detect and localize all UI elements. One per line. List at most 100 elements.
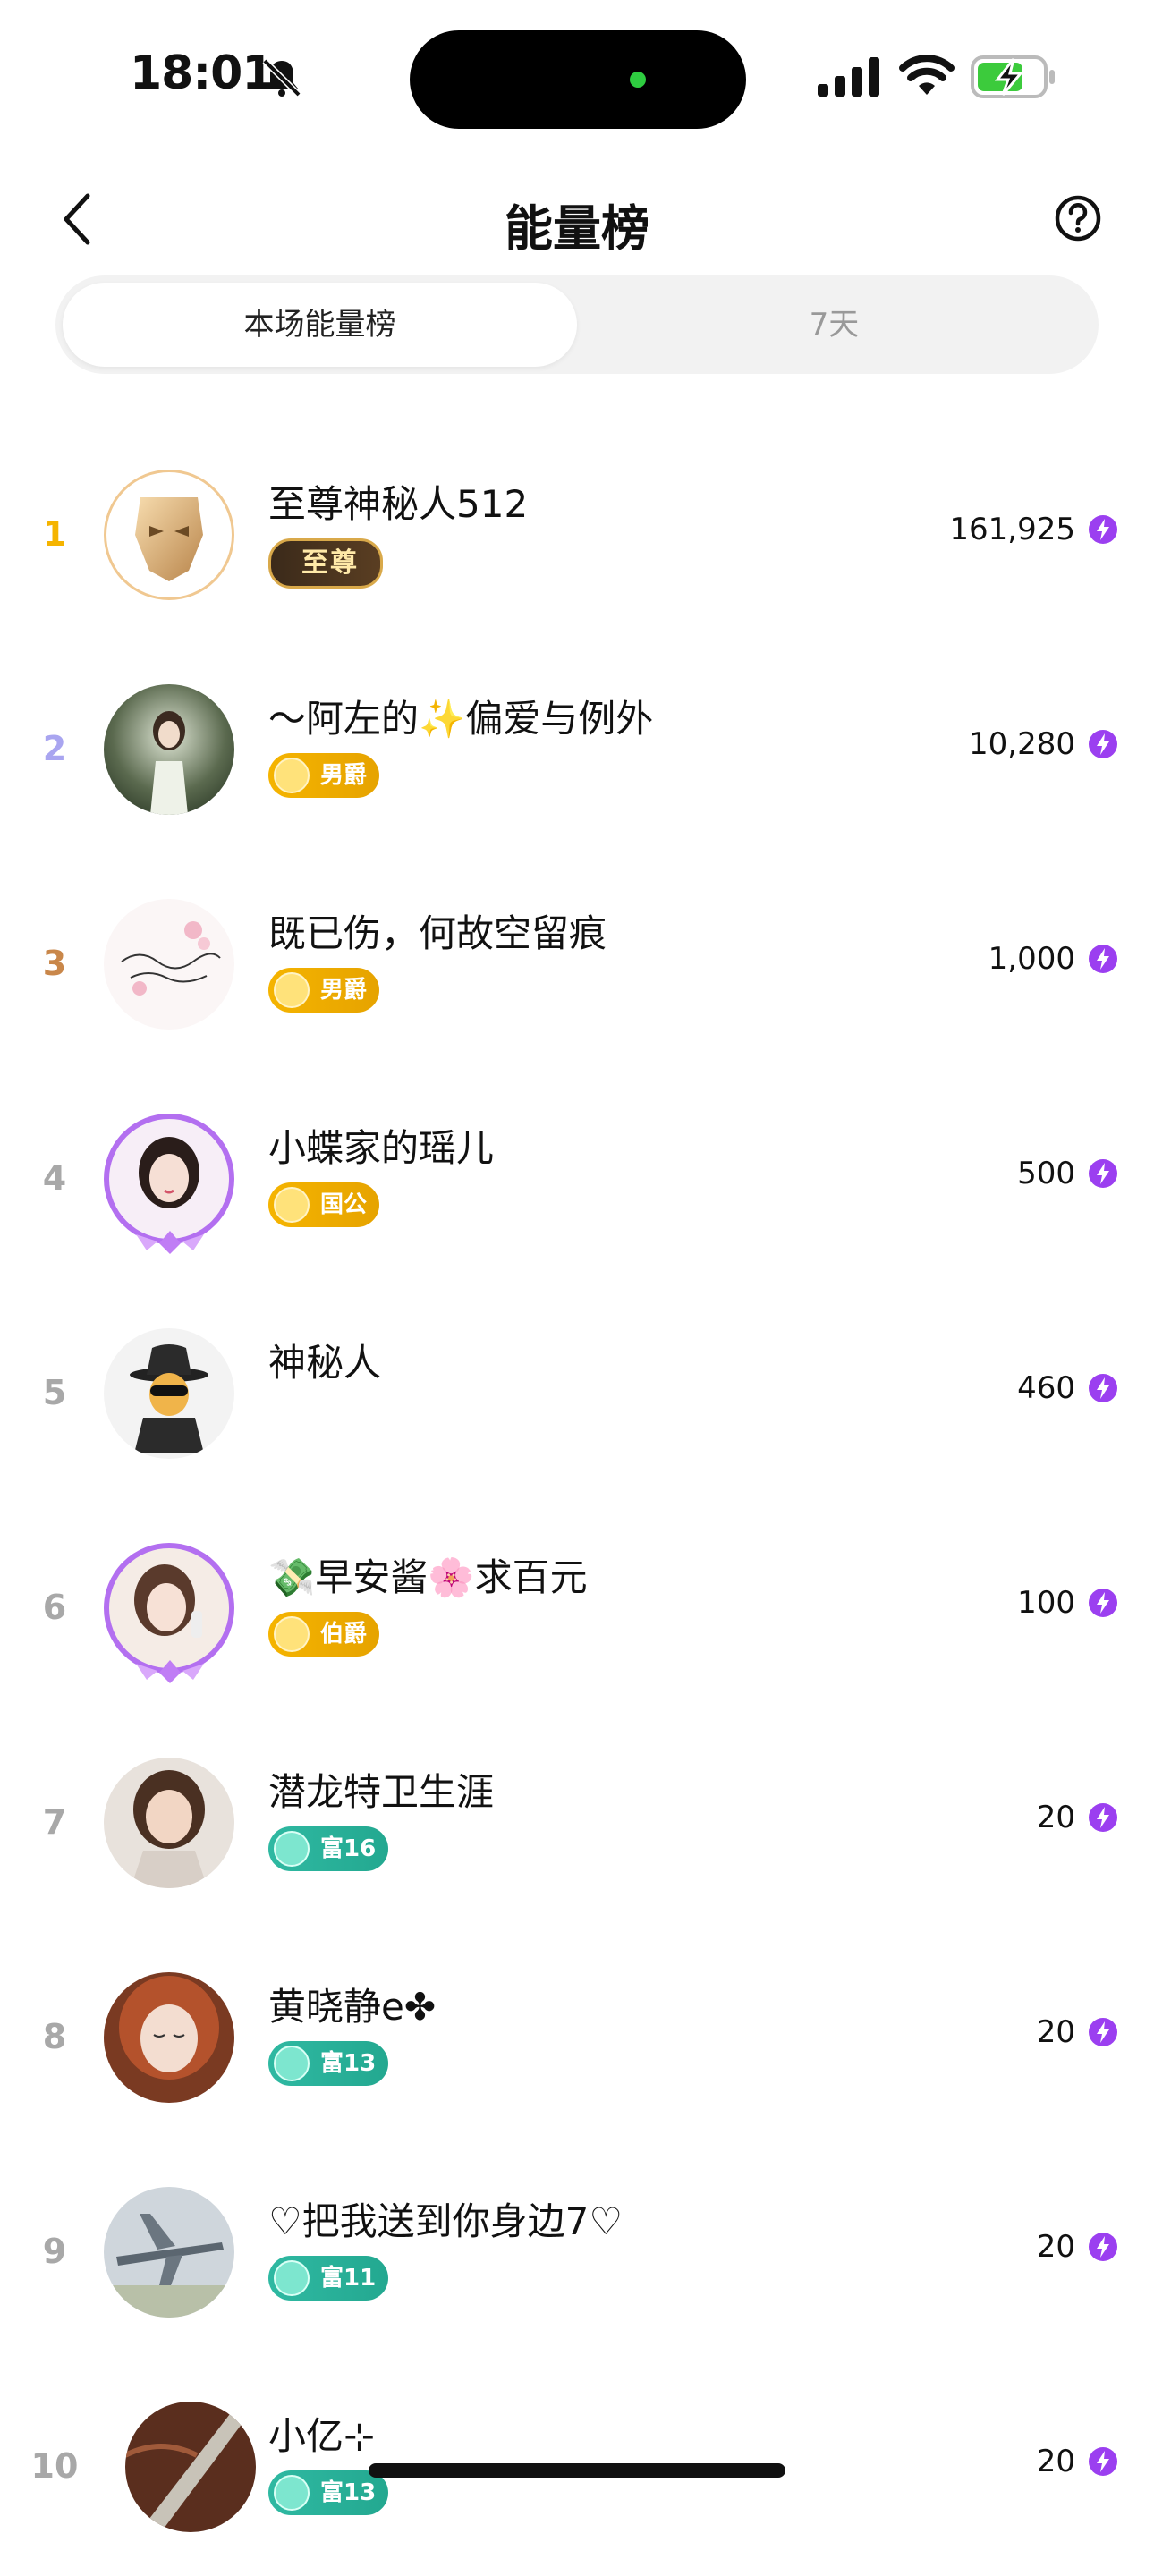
avatar[interactable] <box>104 899 234 1030</box>
energy-lightning-icon <box>1089 1374 1117 1402</box>
doll-photo-avatar-icon <box>119 1976 219 2080</box>
energy-amount: 500 <box>1017 1156 1075 1191</box>
energy-lightning-icon <box>1089 730 1117 758</box>
list-item[interactable]: 9 ♡把我送到你身边7♡ 富11 20 <box>0 2147 1154 2361</box>
page-title: 能量榜 <box>505 200 649 257</box>
cellular-signal-icon <box>818 57 879 97</box>
user-name: 既已伤，何故空留痕 <box>268 911 607 955</box>
energy-amount: 20 <box>1036 1800 1075 1835</box>
rank-number: 8 <box>42 2017 67 2056</box>
rank-number: 7 <box>42 1802 67 1842</box>
badge-label: 富13 <box>320 2479 377 2506</box>
tab-7-days[interactable]: 7天 <box>577 283 1091 367</box>
airplane-photo-avatar-icon <box>104 2214 234 2318</box>
energy-amount: 100 <box>1017 1585 1075 1621</box>
avatar[interactable] <box>104 470 234 600</box>
triangle-badge-icon <box>274 1831 310 1867</box>
wealth-level-badge: 富13 <box>268 2470 389 2515</box>
user-name: ♡把我送到你身边7♡ <box>268 2199 624 2243</box>
avatar[interactable] <box>104 1972 234 2103</box>
status-time: 18:01 <box>130 47 275 100</box>
rank-number: 1 <box>42 514 67 554</box>
energy-value: 20 <box>1037 1800 1118 1835</box>
avatar[interactable] <box>125 2402 256 2532</box>
avatar[interactable] <box>104 1758 234 1888</box>
list-item[interactable]: 7 潜龙特卫生涯 富16 20 <box>0 1717 1154 1932</box>
tab-current-session[interactable]: 本场能量榜 <box>63 283 577 367</box>
battery-charging-icon <box>971 55 1055 98</box>
avatar[interactable] <box>104 2187 234 2318</box>
rank-number: 6 <box>42 1588 67 1627</box>
energy-amount: 20 <box>1036 2014 1075 2050</box>
energy-value: 20 <box>1037 2229 1118 2265</box>
user-name: 神秘人 <box>268 1341 382 1385</box>
list-item[interactable]: 1 至尊神秘人512 至尊 161,925 <box>0 429 1154 644</box>
energy-amount: 460 <box>1017 1370 1075 1406</box>
list-item[interactable]: 8 黄晓静e✤ 富13 20 <box>0 1932 1154 2147</box>
fan-photo-avatar-icon <box>125 2411 245 2532</box>
energy-value: 100 <box>1017 1585 1118 1621</box>
triangle-badge-icon <box>274 2046 310 2081</box>
energy-lightning-icon <box>1089 2233 1117 2261</box>
list-item[interactable]: 4 小蝶家的瑶儿 国公 500 <box>0 1073 1154 1288</box>
energy-lightning-icon <box>1089 2018 1117 2046</box>
help-question-icon[interactable] <box>1054 194 1102 242</box>
badge-label: 富16 <box>320 1835 377 1862</box>
energy-lightning-icon <box>1089 945 1117 973</box>
noble-badge: 伯爵 <box>268 1612 380 1657</box>
energy-amount: 161,925 <box>949 512 1075 547</box>
user-name: 黄晓静e✤ <box>268 1985 437 2029</box>
energy-value: 20 <box>1037 2444 1118 2479</box>
wealth-level-badge: 富16 <box>268 1826 389 1871</box>
bell-muted-icon <box>262 58 301 97</box>
dynamic-island <box>410 30 746 129</box>
badge-label: 富13 <box>320 2050 377 2077</box>
energy-amount: 10,280 <box>969 726 1075 762</box>
camera-indicator-icon <box>630 72 646 88</box>
rank-number: 3 <box>42 944 67 983</box>
nav-bar: 能量榜 <box>0 174 1154 264</box>
avatar[interactable] <box>104 1543 234 1674</box>
energy-value: 1,000 <box>989 941 1118 977</box>
list-item[interactable]: 2 ～阿左的✨偏爱与例外 男爵 10,280 <box>0 644 1154 859</box>
badge-label: 富11 <box>320 2265 377 2292</box>
noble-badge: 至尊 <box>268 538 383 589</box>
badge-label: 国公 <box>320 1191 368 1218</box>
list-item[interactable]: 6 💸早安酱🌸求百元 伯爵 100 <box>0 1503 1154 1717</box>
diamond-badge-icon <box>274 972 310 1008</box>
rank-number: 9 <box>42 2232 67 2271</box>
avatar[interactable] <box>104 1328 234 1459</box>
ranking-period-tabs: 本场能量榜 7天 <box>55 275 1099 374</box>
avatar-frame-wings-icon <box>136 1660 204 1683</box>
user-name: ～阿左的✨偏爱与例外 <box>268 697 654 741</box>
rank-number: 10 <box>30 2446 79 2486</box>
mystery-man-avatar-icon <box>130 1344 208 1453</box>
energy-value: 500 <box>1017 1156 1118 1191</box>
wealth-level-badge: 富13 <box>268 2041 389 2086</box>
energy-lightning-icon <box>1089 1589 1117 1617</box>
badge-label: 伯爵 <box>320 1621 368 1648</box>
avatar[interactable] <box>104 1114 234 1244</box>
noble-badge: 男爵 <box>268 753 380 798</box>
badge-label: 男爵 <box>320 762 368 789</box>
diamond-badge-icon <box>274 1187 310 1223</box>
list-item[interactable]: 3 既已伤，何故空留痕 男爵 1,000 <box>0 859 1154 1073</box>
home-indicator[interactable] <box>369 2463 785 2478</box>
diamond-badge-icon <box>274 1616 310 1652</box>
gold-mask-avatar-icon <box>135 497 203 581</box>
woman-photo-avatar-icon <box>131 1770 208 1888</box>
list-item[interactable]: 5 神秘人 460 <box>0 1288 1154 1503</box>
badge-label: 至尊 <box>301 547 359 579</box>
user-name: 小亿⊹ <box>268 2414 376 2458</box>
energy-amount: 20 <box>1036 2229 1075 2265</box>
rank-number: 5 <box>42 1373 67 1412</box>
girl-photo-avatar-icon <box>134 1564 202 1638</box>
avatar[interactable] <box>104 684 234 815</box>
girl-photo-avatar-icon <box>139 1137 199 1208</box>
energy-lightning-icon <box>1089 2447 1117 2476</box>
energy-value: 20 <box>1037 2014 1118 2050</box>
user-name: 小蝶家的瑶儿 <box>268 1126 495 1170</box>
wealth-level-badge: 富11 <box>268 2256 389 2301</box>
noble-badge: 国公 <box>268 1182 380 1227</box>
triangle-badge-icon <box>274 2260 310 2296</box>
